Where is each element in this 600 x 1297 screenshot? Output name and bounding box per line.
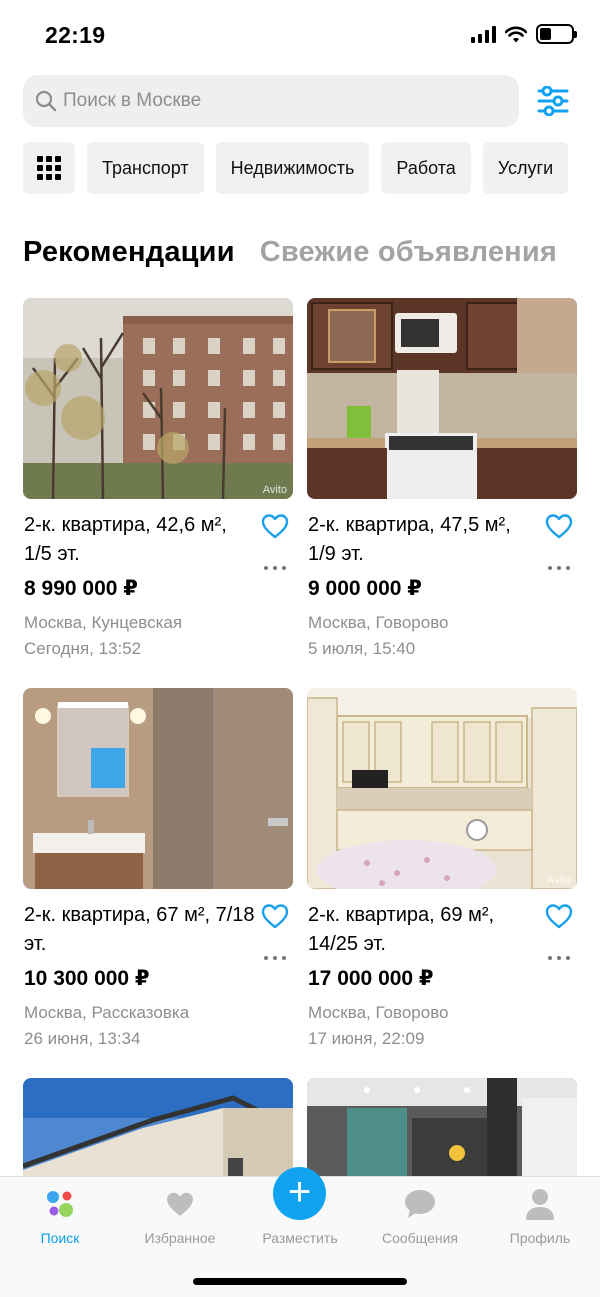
more-options-icon[interactable] [548,954,570,962]
listing-photo[interactable]: Avito [307,688,577,889]
listing-price: 9 000 000 ₽ [308,577,422,600]
nav-profile[interactable]: Профиль [480,1187,600,1246]
more-options-icon[interactable] [548,564,570,572]
bathroom-photo [23,688,293,889]
listing-date: Сегодня, 13:52 [24,639,142,658]
tab-fresh-listings[interactable]: Свежие объявления [260,236,557,269]
heart-icon[interactable] [545,903,573,929]
more-options-icon[interactable] [264,564,286,572]
listing-price: 10 300 000 ₽ [24,967,150,990]
avito-watermark: Avito [262,484,287,496]
heart-icon[interactable] [261,903,289,929]
nav-search-label: Поиск [40,1230,80,1246]
listing-card[interactable]: Avito 2-к. квартира, 42,6 м², 1/5 эт. 8 … [23,298,293,658]
nav-post-label: Разместить [262,1230,338,1246]
listing-title[interactable]: 2-к. квартира, 42,6 м², 1/5 эт. [24,511,256,569]
heart-icon[interactable] [545,513,573,539]
building-photo [23,298,293,499]
listing-card[interactable]: 2-к. квартира, 67 м², 7/18 эт. 10 300 00… [23,688,293,1048]
user-icon [526,1189,554,1220]
listing-date: 5 июля, 15:40 [308,639,416,658]
listing-card[interactable] [23,1078,293,1178]
chat-bubble-icon [405,1190,435,1218]
battery-icon [536,24,577,44]
category-jobs[interactable]: Работа [381,142,471,194]
status-time: 22:19 [45,22,106,48]
listing-location: Москва, Кунцевская [24,613,183,632]
plus-icon: + [287,1170,312,1214]
post-ad-button[interactable]: + [273,1167,326,1220]
nav-messages-label: Сообщения [382,1230,458,1246]
status-bar: 22:19 [0,0,600,72]
wifi-icon [505,26,527,42]
listing-location: Москва, Говорово [308,1003,449,1022]
avito-watermark: Avito [546,874,571,886]
nav-favorites-label: Избранное [144,1230,216,1246]
heart-filled-icon [167,1192,193,1216]
search-bar[interactable] [23,75,519,127]
category-chips: Транспорт Недвижимость Работа Услуги [23,142,569,194]
category-real-estate[interactable]: Недвижимость [215,142,370,194]
grid-icon [37,156,61,180]
listing-card[interactable] [307,1078,577,1178]
listing-location: Москва, Рассказовка [24,1003,190,1022]
listing-date: 26 июня, 13:34 [24,1029,141,1048]
category-services[interactable]: Услуги [482,142,569,194]
nav-search[interactable]: Поиск [0,1187,120,1246]
listing-photo[interactable] [307,1078,577,1178]
kitchen-photo [307,298,577,499]
search-icon [35,90,57,112]
nav-profile-label: Профиль [509,1230,571,1246]
status-icons [471,24,577,44]
avito-logo-icon [47,1191,73,1217]
house-photo [23,1078,293,1178]
all-categories-button[interactable] [23,142,75,194]
listing-card[interactable]: 2-к. квартира, 47,5 м², 1/9 эт. 9 000 00… [307,298,577,658]
listing-location: Москва, Говорово [308,613,449,632]
tab-recommendations[interactable]: Рекомендации [23,236,235,269]
listing-photo[interactable] [307,298,577,499]
heart-icon[interactable] [261,513,289,539]
listing-date: 17 июня, 22:09 [308,1029,425,1048]
more-options-icon[interactable] [264,954,286,962]
listing-photo[interactable] [23,688,293,889]
home-indicator[interactable] [193,1278,407,1285]
search-input[interactable] [63,90,483,112]
listing-photo[interactable] [23,1078,293,1178]
living-room-photo [307,1078,577,1178]
listing-title[interactable]: 2-к. квартира, 67 м², 7/18 эт. [24,901,256,959]
white-kitchen-photo [307,688,577,889]
listing-price: 17 000 000 ₽ [308,967,434,990]
cellular-signal-icon [471,25,496,43]
filter-icon[interactable] [537,86,569,116]
feed-tabs: Рекомендации Свежие объявления [23,236,557,269]
category-transport[interactable]: Транспорт [87,142,204,194]
listing-card[interactable]: Avito 2-к. квартира, 69 м², 14/25 эт. 17… [307,688,577,1048]
listing-title[interactable]: 2-к. квартира, 69 м², 14/25 эт. [308,901,540,959]
listing-title[interactable]: 2-к. квартира, 47,5 м², 1/9 эт. [308,511,540,569]
nav-messages[interactable]: Сообщения [360,1187,480,1246]
listing-photo[interactable]: Avito [23,298,293,499]
listing-price: 8 990 000 ₽ [24,577,138,600]
nav-favorites[interactable]: Избранное [120,1187,240,1246]
